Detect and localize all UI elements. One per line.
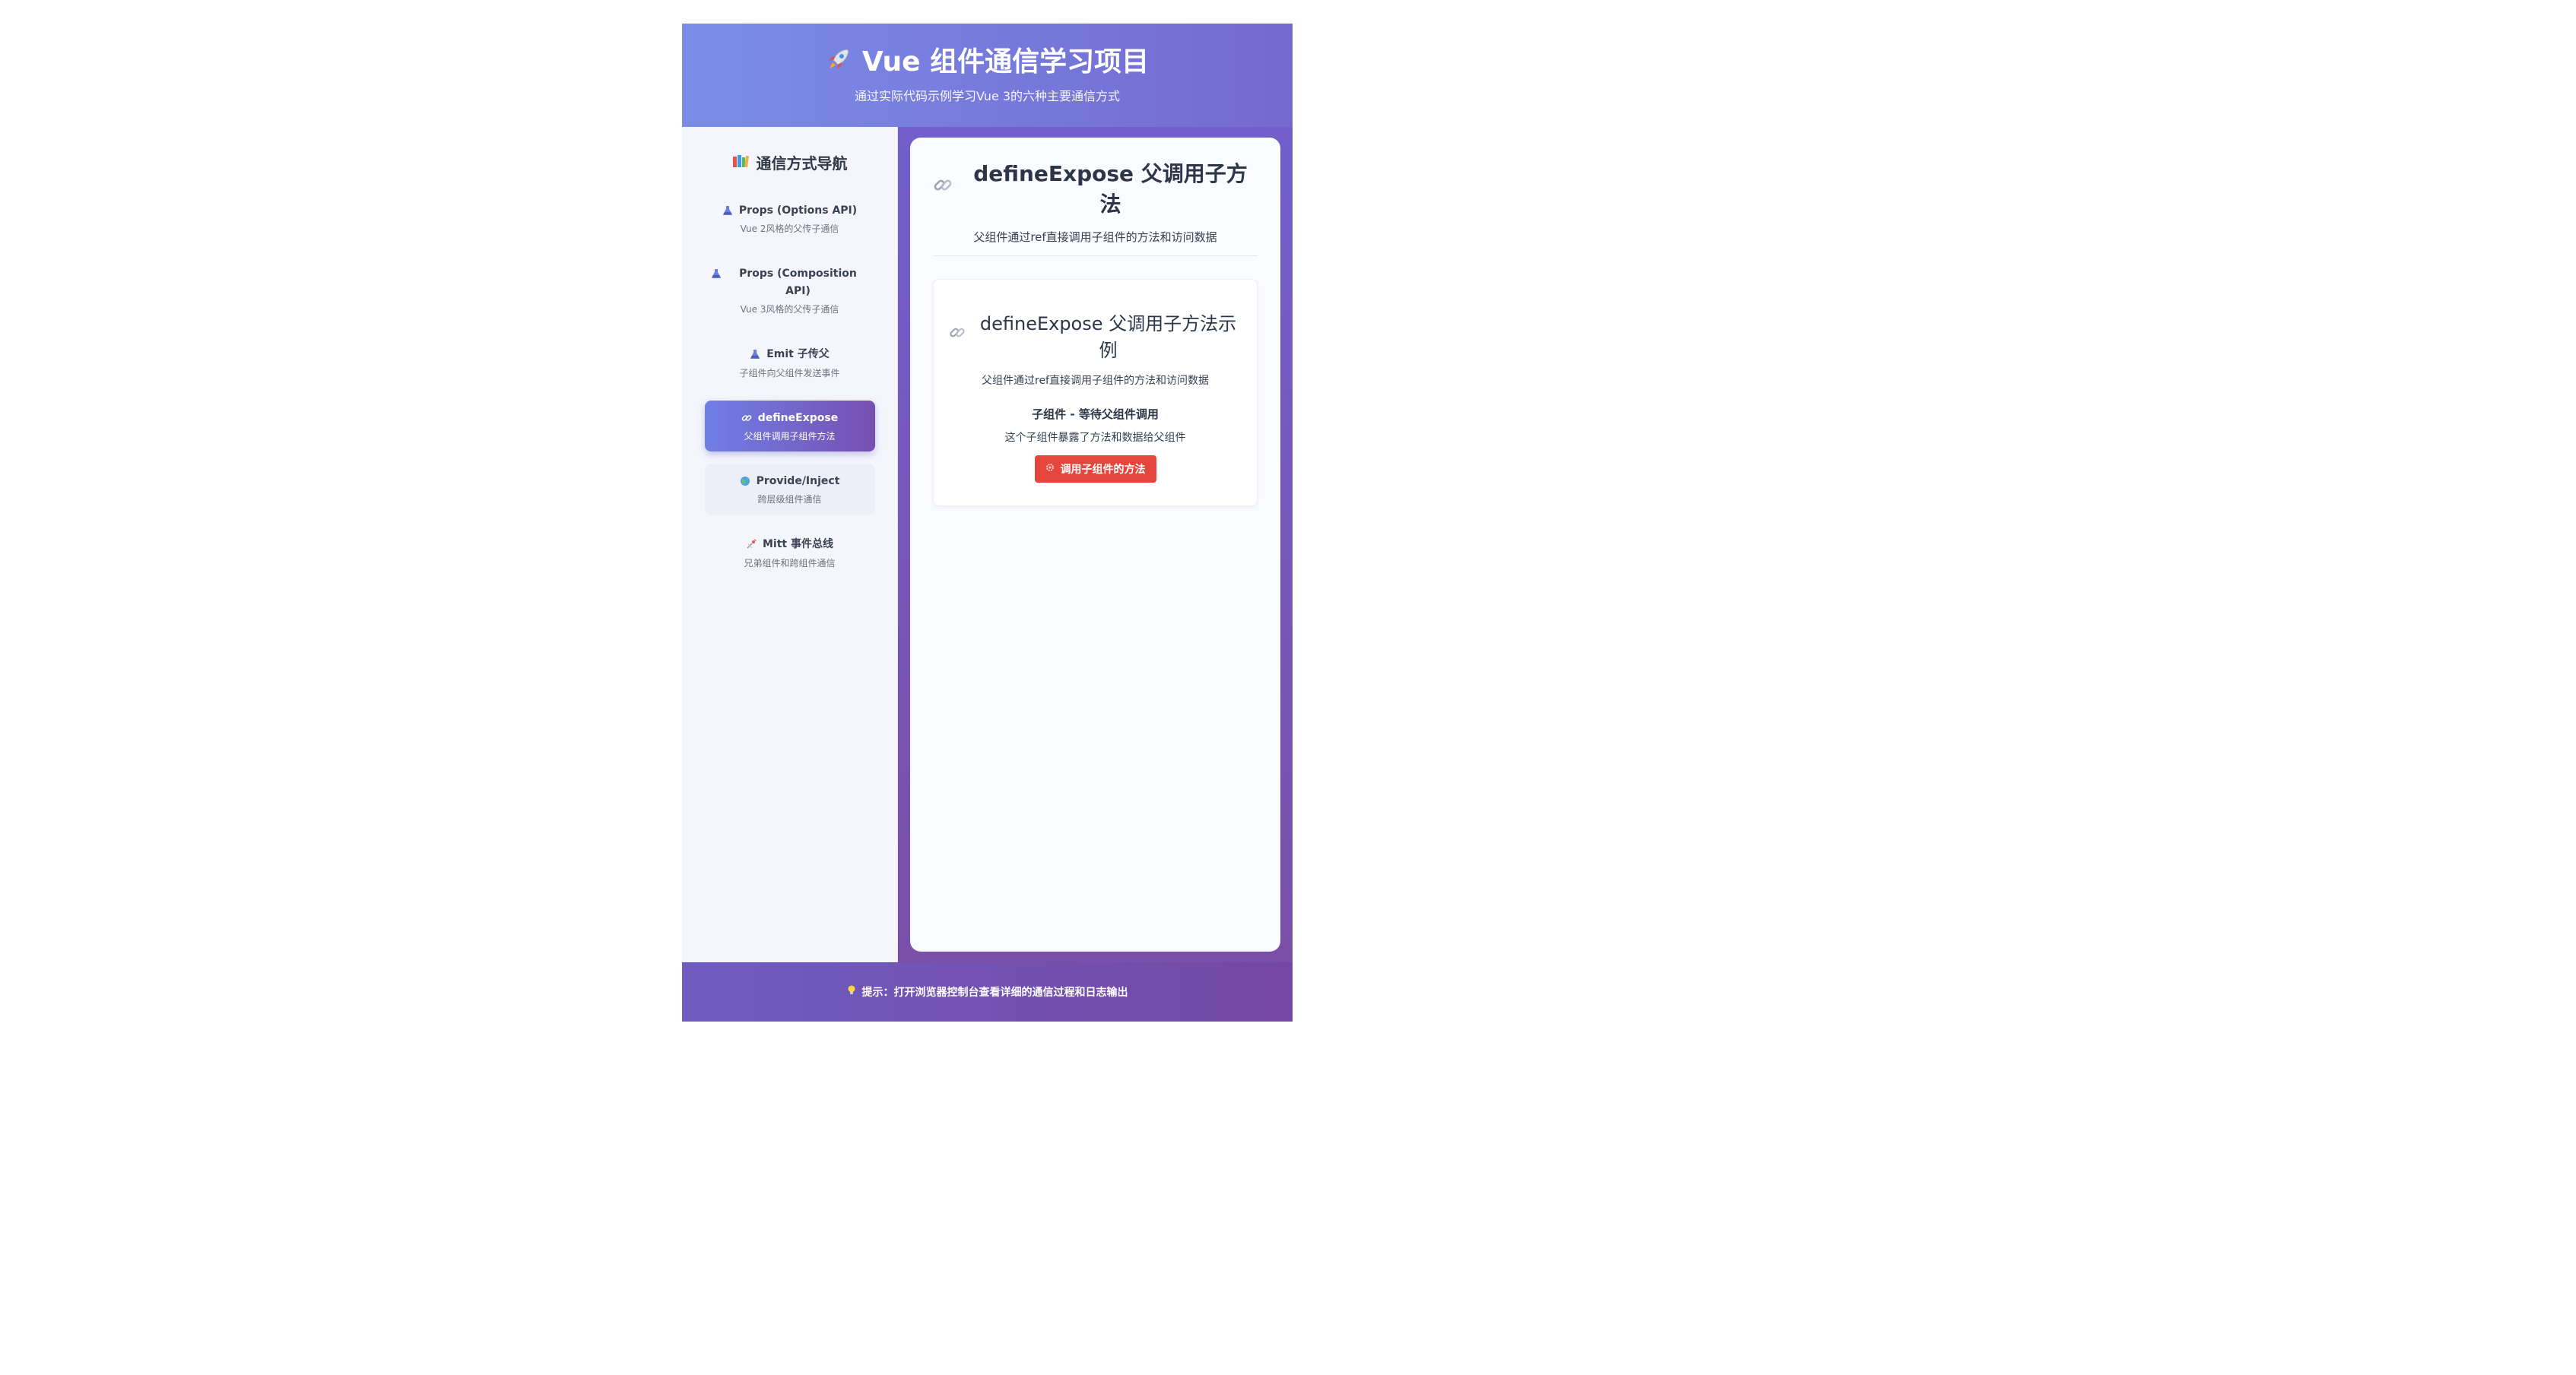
app-header: Vue 组件通信学习项目 通过实际代码示例学习Vue 3的六种主要通信方式 xyxy=(682,24,1293,127)
sidebar-item-label: Props (Options API) xyxy=(738,204,858,217)
sidebar: 通信方式导航 Props (Options API) Vue 2风格的父传子通信… xyxy=(682,127,898,962)
sidebar-item-desc: Vue 2风格的父传子通信 xyxy=(740,223,839,235)
demo-title: defineExpose 父调用子方法示例 xyxy=(979,313,1237,361)
sidebar-item-label: Props (Composition API) xyxy=(739,268,857,297)
page-title: defineExpose 父调用子方法 xyxy=(973,161,1248,217)
child-component-description: 这个子组件暴露了方法和数据给父组件 xyxy=(1004,432,1186,444)
sidebar-item-provide-inject[interactable]: Provide/Inject 跨层级组件通信 xyxy=(704,463,875,515)
child-component-title: 子组件 - 等待父组件调用 xyxy=(1032,407,1159,421)
content-header: defineExpose 父调用子方法 父组件通过ref直接调用子组件的方法和访… xyxy=(933,157,1258,256)
sidebar-item-desc: 跨层级组件通信 xyxy=(757,494,822,505)
books-icon xyxy=(732,154,749,172)
app-title: Vue 组件通信学习项目 xyxy=(861,46,1150,78)
lightbulb-icon xyxy=(847,985,856,999)
sidebar-item-label: defineExpose xyxy=(757,411,839,424)
sidebar-item-desc: 父组件调用子组件方法 xyxy=(744,430,836,442)
sidebar-title-text: 通信方式导航 xyxy=(756,154,848,173)
sidebar-item-label: Provide/Inject xyxy=(756,474,840,487)
sidebar-item-label: Emit 子传父 xyxy=(766,348,830,361)
call-child-method-button[interactable]: 调用子组件的方法 xyxy=(1034,455,1156,483)
sidebar-item-desc: 子组件向父组件发送事件 xyxy=(739,367,840,379)
flask-icon xyxy=(750,348,760,360)
footer-tip: 提示：打开浏览器控制台查看详细的通信过程和日志输出 xyxy=(861,987,1128,999)
globe-icon xyxy=(740,475,750,486)
demo-description: 父组件通过ref直接调用子组件的方法和访问数据 xyxy=(982,375,1209,387)
rocket-icon xyxy=(826,46,852,79)
sidebar-item-emit[interactable]: Emit 子传父 子组件向父组件发送事件 xyxy=(705,337,875,388)
flask-icon xyxy=(711,268,722,279)
main-panel: defineExpose 父调用子方法 父组件通过ref直接调用子组件的方法和访… xyxy=(898,127,1293,962)
app-footer: 提示：打开浏览器控制台查看详细的通信过程和日志输出 xyxy=(682,962,1293,1022)
satellite-icon xyxy=(746,538,757,549)
demo-panel: defineExpose 父调用子方法示例 父组件通过ref直接调用子组件的方法… xyxy=(933,279,1258,506)
link-icon xyxy=(741,412,752,423)
gear-icon xyxy=(1045,463,1055,475)
content-card: defineExpose 父调用子方法 父组件通过ref直接调用子组件的方法和访… xyxy=(910,138,1280,952)
link-icon xyxy=(949,325,966,346)
page-description: 父组件通过ref直接调用子组件的方法和访问数据 xyxy=(973,230,1217,244)
sidebar-item-defineexpose[interactable]: defineExpose 父组件调用子组件方法 xyxy=(704,400,875,451)
sidebar-item-desc: 兄弟组件和跨组件通信 xyxy=(744,557,836,569)
sidebar-item-props-composition[interactable]: Props (Composition API) Vue 3风格的父传子通信 xyxy=(705,256,875,325)
sidebar-item-label: Mitt 事件总线 xyxy=(763,538,833,551)
app-subtitle: 通过实际代码示例学习Vue 3的六种主要通信方式 xyxy=(854,89,1121,104)
sidebar-item-mitt[interactable]: Mitt 事件总线 兄弟组件和跨组件通信 xyxy=(705,527,875,578)
link-icon xyxy=(933,176,953,201)
flask-icon xyxy=(722,204,733,215)
app-title-row: Vue 组件通信学习项目 xyxy=(826,46,1149,79)
content-area: 通信方式导航 Props (Options API) Vue 2风格的父传子通信… xyxy=(682,127,1293,962)
call-child-method-label: 调用子组件的方法 xyxy=(1060,464,1146,476)
app-window: Vue 组件通信学习项目 通过实际代码示例学习Vue 3的六种主要通信方式 通信… xyxy=(682,24,1293,1022)
sidebar-title: 通信方式导航 xyxy=(682,151,897,173)
sidebar-item-props-options[interactable]: Props (Options API) Vue 2风格的父传子通信 xyxy=(705,193,875,244)
sidebar-item-desc: Vue 3风格的父传子通信 xyxy=(740,304,839,315)
